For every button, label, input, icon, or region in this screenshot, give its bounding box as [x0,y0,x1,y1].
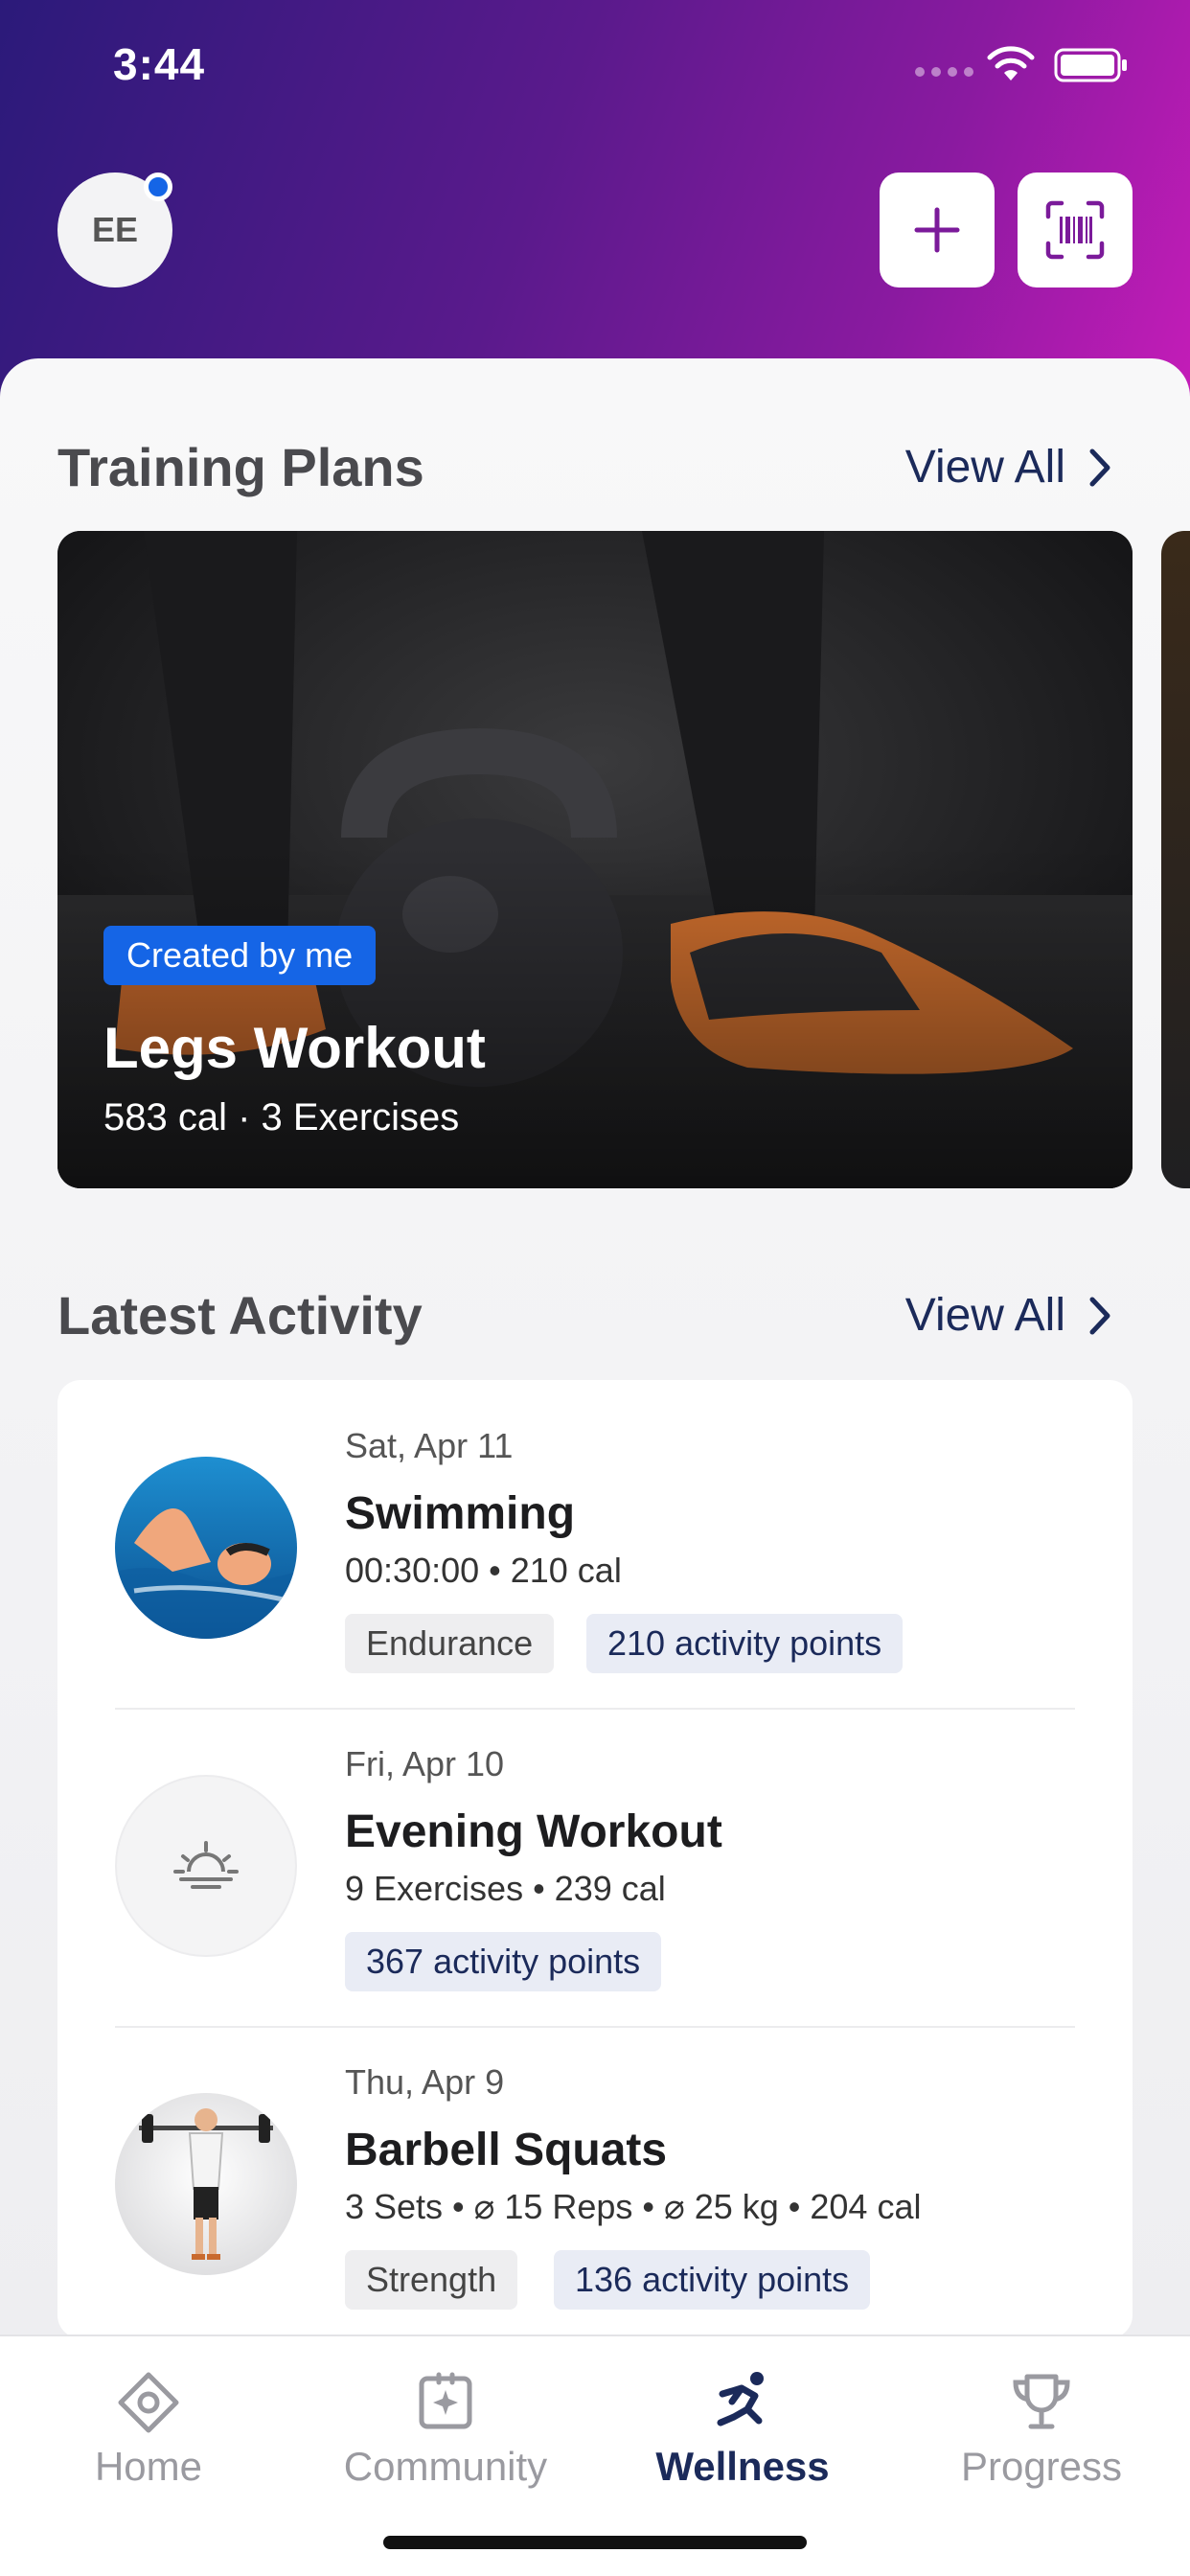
activity-row-evening-workout[interactable]: Fri, Apr 10 Evening Workout 9 Exercises … [57,1698,1133,2016]
tab-label: Wellness [655,2444,830,2489]
training-plan-card[interactable]: Created by me Legs Workout 583 cal · 3 E… [57,531,1133,1188]
battery-icon [1054,48,1127,82]
tab-community[interactable]: Community [302,2356,589,2499]
running-icon [717,2372,764,2426]
trophy-icon [1013,2374,1070,2429]
activity-stats: 9 Exercises • 239 cal [345,1869,666,1908]
status-bar: 3:44 [0,0,1190,134]
category-tag: Endurance [345,1614,555,1673]
training-plans-title: Training Plans [57,437,424,497]
barcode-scan-button[interactable] [1018,172,1133,288]
activity-row-barbell-squats[interactable]: Thu, Apr 9 Barbell Squats 3 Sets • ⌀ 15 … [57,2016,1133,2334]
home-indicator[interactable] [383,2536,807,2549]
activity-date: Fri, Apr 10 [345,1744,505,1783]
tab-home[interactable]: Home [5,2356,292,2499]
swimmer-photo [115,1457,297,1639]
chevron-right-icon [1089,1297,1110,1334]
cellular-signal-icon [915,67,973,77]
activity-name: Swimming [345,1488,576,1539]
tab-label: Community [343,2444,548,2489]
created-by-me-badge: Created by me [103,926,377,985]
plan-title: Legs Workout [103,1016,486,1080]
barcode-scan-icon [1045,200,1105,260]
sunset-icon-circle [115,1775,297,1957]
activity-row-swimming[interactable]: Sat, Apr 11 Swimming 00:30:00 • 210 cal … [57,1380,1133,1698]
notification-dot [144,172,172,201]
tab-label: Progress [960,2444,1123,2489]
plan-meta: 583 cal · 3 Exercises [103,1096,460,1138]
home-icon [118,2372,179,2433]
activity-stats: 3 Sets • ⌀ 15 Reps • ⌀ 25 kg • 204 cal [345,2187,922,2226]
activity-points-badge: 136 activity points [554,2250,871,2310]
barbell-figure-photo [115,2093,297,2275]
next-plan-card-peek[interactable] [1161,531,1190,1188]
app-screen: 3:44 EE Training Plans View All Created … [0,0,1190,2576]
plus-icon [914,207,960,253]
category-tag: Strength [345,2250,518,2310]
view-all-label: View All [904,442,1065,493]
latest-activity-title: Latest Activity [57,1285,423,1346]
tab-label: Home [94,2444,203,2489]
tab-progress[interactable]: Progress [898,2356,1185,2499]
activity-date: Sat, Apr 11 [345,1426,514,1465]
tab-wellness[interactable]: Wellness [599,2356,886,2499]
activity-date: Thu, Apr 9 [345,2062,505,2102]
activity-stats: 00:30:00 • 210 cal [345,1551,622,1590]
sunset-icon [173,1841,239,1889]
training-plans-view-all[interactable]: View All [905,441,1113,494]
activity-points-badge: 367 activity points [345,1932,662,1991]
wifi-icon [987,46,1035,80]
avatar-initials: EE [91,210,139,249]
add-button[interactable] [880,172,995,288]
activity-list: Sat, Apr 11 Swimming 00:30:00 • 210 cal … [57,1380,1133,2338]
activity-name: Barbell Squats [345,2125,668,2175]
chevron-right-icon [1089,448,1110,486]
community-icon [419,2372,472,2429]
view-all-label: View All [904,1290,1065,1341]
activity-points-badge: 210 activity points [586,1614,904,1673]
latest-activity-view-all[interactable]: View All [905,1289,1113,1342]
activity-name: Evening Workout [345,1806,722,1857]
status-time: 3:44 [113,39,206,89]
